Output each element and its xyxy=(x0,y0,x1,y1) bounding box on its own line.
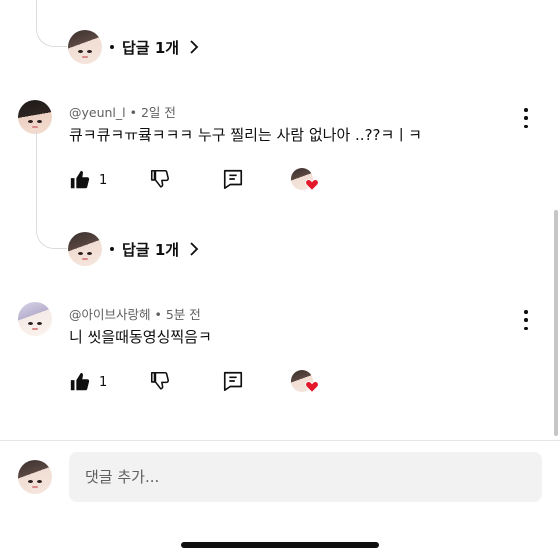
comment-icon xyxy=(223,169,243,189)
comment-time: 2일 전 xyxy=(140,105,176,120)
avatar[interactable] xyxy=(18,302,52,336)
comment-actions: 1 xyxy=(69,168,319,192)
chevron-right-icon xyxy=(190,242,199,256)
thumbs-up-icon xyxy=(70,170,90,189)
user-avatar xyxy=(18,460,52,494)
comment-actions: 1 xyxy=(69,370,319,394)
comment-text: 니 씻을때동영싱찍음ㅋ xyxy=(69,328,212,346)
reply-button[interactable] xyxy=(222,370,244,396)
comment-icon xyxy=(223,371,243,391)
creator-heart xyxy=(291,166,321,194)
like-count: 1 xyxy=(99,172,108,188)
creator-heart xyxy=(291,368,321,396)
reply-button[interactable] xyxy=(222,168,244,194)
view-replies-label: 답글 1개 xyxy=(122,240,180,259)
heart-icon xyxy=(305,381,319,393)
heart-icon xyxy=(305,179,319,191)
thread-line xyxy=(36,130,67,249)
view-replies-label: 답글 1개 xyxy=(122,38,180,57)
more-options-button[interactable] xyxy=(522,108,530,128)
view-replies-button[interactable]: 답글 1개 xyxy=(68,30,199,64)
like-button[interactable]: 1 xyxy=(69,169,107,191)
bullet-dot xyxy=(110,247,114,251)
comment-text: 큐ㅋ큐ㅋㅠ큨ㅋㅋㅋ 누구 찔리는 사람 없나아 ..??ㅋㅣㅋ xyxy=(69,126,422,144)
reply-avatar xyxy=(68,30,102,64)
comment-time: 5분 전 xyxy=(165,307,201,322)
scrollbar[interactable] xyxy=(554,210,558,436)
dislike-button[interactable] xyxy=(149,370,171,396)
thumbs-down-icon xyxy=(150,169,169,188)
avatar[interactable] xyxy=(18,100,52,134)
comment-item: @아이브사랑헤 • 5분 전 니 씻을때동영싱찍음ㅋ 1 xyxy=(0,302,560,412)
reply-avatar xyxy=(68,232,102,266)
comment-meta: @아이브사랑헤 • 5분 전 xyxy=(69,304,201,323)
view-replies-button[interactable]: 답글 1개 xyxy=(68,232,199,266)
chevron-right-icon xyxy=(190,40,199,54)
comment-meta: @yeunl_l • 2일 전 xyxy=(69,102,176,121)
home-indicator xyxy=(181,542,379,548)
thumbs-down-icon xyxy=(150,371,169,390)
thread-line xyxy=(36,0,67,47)
like-count: 1 xyxy=(99,374,108,390)
bullet-dot xyxy=(110,45,114,49)
dislike-button[interactable] xyxy=(149,168,171,194)
meta-separator: • xyxy=(154,307,162,322)
like-button[interactable]: 1 xyxy=(69,371,107,393)
meta-separator: • xyxy=(129,105,137,120)
divider xyxy=(0,440,560,441)
comment-author[interactable]: @yeunl_l xyxy=(69,105,126,120)
add-comment-input[interactable] xyxy=(69,452,542,502)
comment-item: @yeunl_l • 2일 전 큐ㅋ큐ㅋㅠ큨ㅋㅋㅋ 누구 찔리는 사람 없나아 … xyxy=(0,100,560,210)
comment-author[interactable]: @아이브사랑헤 xyxy=(69,307,151,322)
thumbs-up-icon xyxy=(70,372,90,391)
more-options-button[interactable] xyxy=(522,310,530,330)
